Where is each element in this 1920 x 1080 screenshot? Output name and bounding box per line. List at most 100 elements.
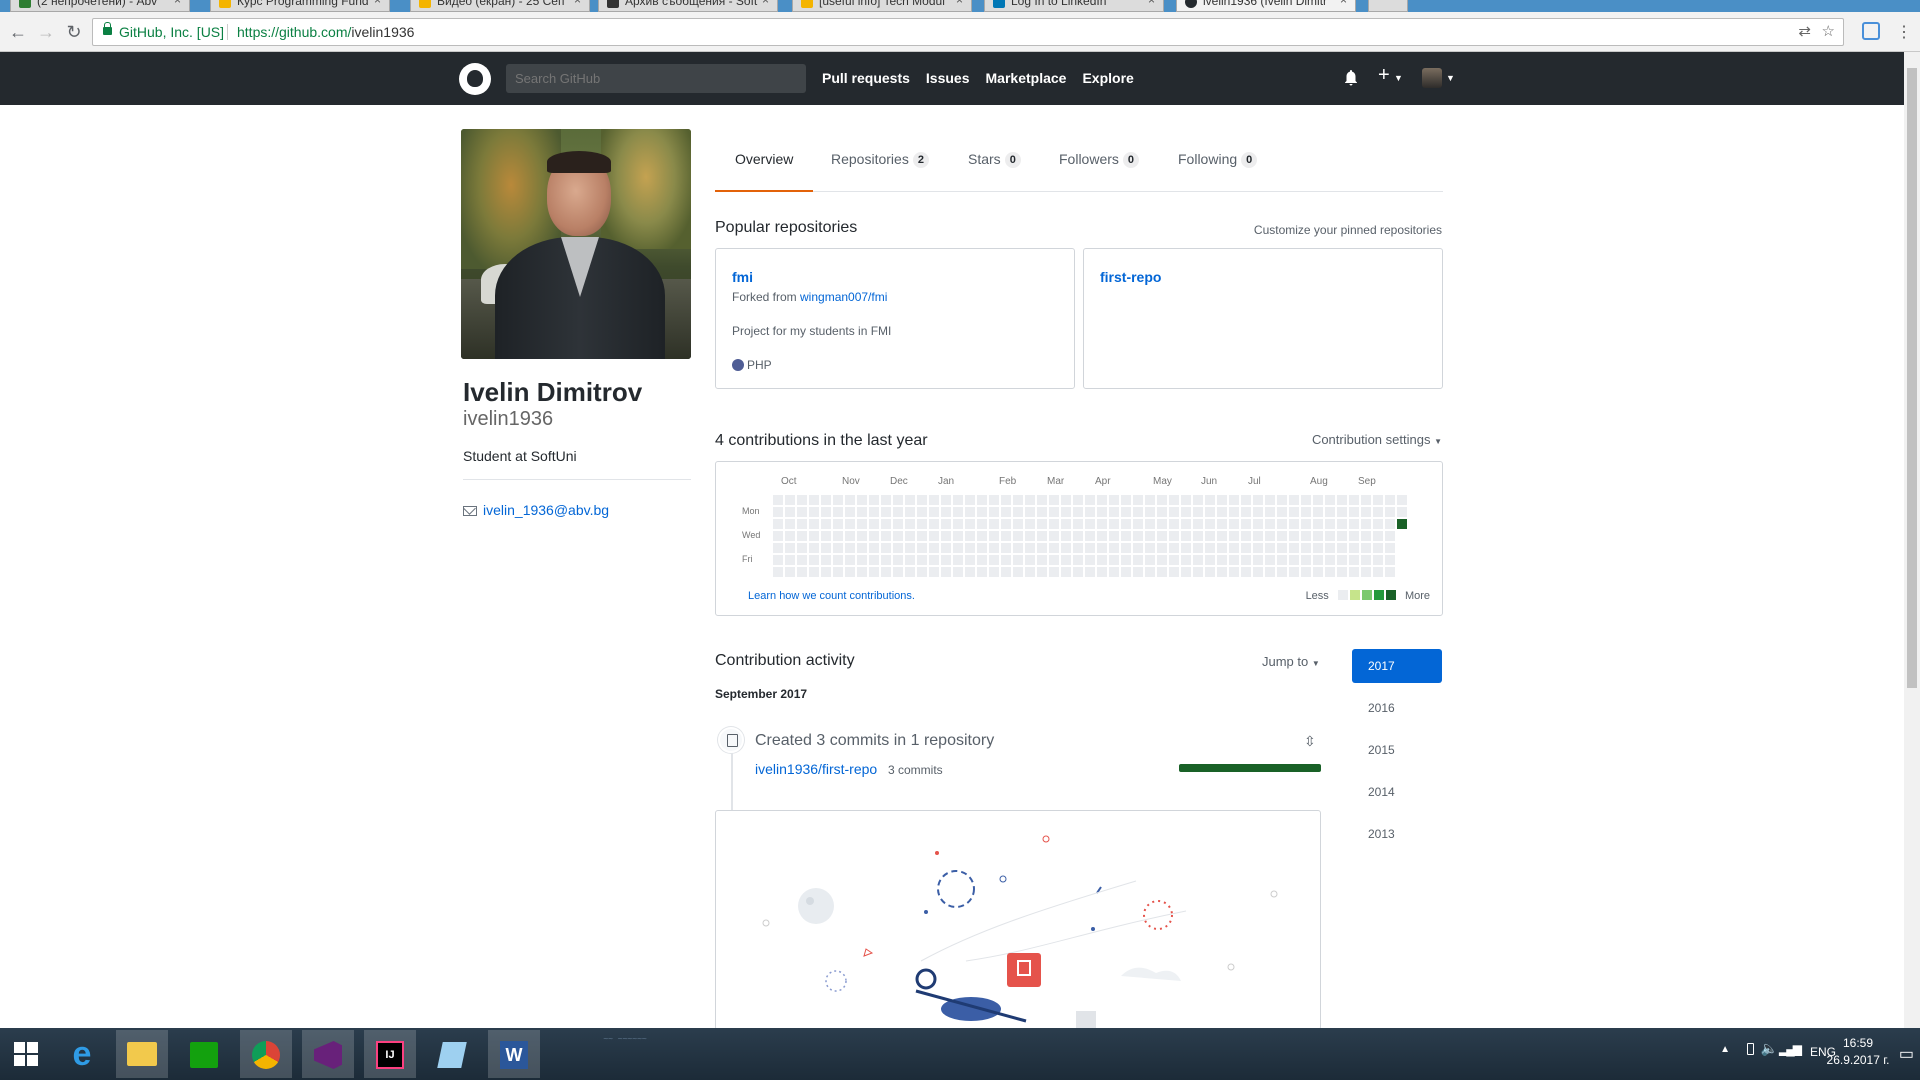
contribution-day-cell[interactable] (1205, 567, 1215, 577)
contribution-day-cell[interactable] (941, 507, 951, 517)
contribution-day-cell[interactable] (1097, 519, 1107, 529)
contribution-day-cell[interactable] (1229, 507, 1239, 517)
contribution-day-cell[interactable] (1265, 543, 1275, 553)
contribution-day-cell[interactable] (989, 507, 999, 517)
contribution-day-cell[interactable] (1121, 543, 1131, 553)
contribution-day-cell[interactable] (1313, 555, 1323, 565)
profile-email[interactable]: ivelin_1936@abv.bg (463, 502, 609, 518)
contribution-day-cell[interactable] (953, 531, 963, 541)
forward-arrow-icon[interactable]: → (34, 20, 58, 44)
close-tab-icon[interactable]: × (174, 0, 181, 7)
contribution-day-cell[interactable] (1109, 507, 1119, 517)
store-icon[interactable] (178, 1030, 230, 1078)
contribution-day-cell[interactable] (1157, 555, 1167, 565)
contribution-day-cell[interactable] (1325, 543, 1335, 553)
contribution-day-cell[interactable] (809, 531, 819, 541)
contribution-day-cell[interactable] (1145, 495, 1155, 505)
contribution-day-cell[interactable] (809, 507, 819, 517)
contribution-day-cell[interactable] (869, 531, 879, 541)
contribution-day-cell[interactable] (1253, 567, 1263, 577)
contribution-day-cell[interactable] (809, 519, 819, 529)
contribution-day-cell[interactable] (917, 543, 927, 553)
contribution-day-cell[interactable] (1361, 507, 1371, 517)
contribution-day-cell[interactable] (905, 543, 915, 553)
contribution-day-cell[interactable] (1061, 519, 1071, 529)
contribution-day-cell[interactable] (1037, 531, 1047, 541)
contribution-day-cell[interactable] (1049, 567, 1059, 577)
contribution-day-cell[interactable] (1337, 555, 1347, 565)
browser-tab[interactable]: Видео (екран) - 25 Сеп × (410, 0, 590, 12)
contribution-day-cell[interactable] (929, 519, 939, 529)
contribution-day-cell[interactable] (1025, 507, 1035, 517)
contribution-day-cell[interactable] (1253, 495, 1263, 505)
contribution-day-cell[interactable] (1349, 519, 1359, 529)
contribution-day-cell[interactable] (1049, 519, 1059, 529)
contribution-day-cell[interactable] (917, 567, 927, 577)
tab-overview[interactable]: Overview (715, 140, 814, 192)
contribution-day-cell[interactable] (1193, 507, 1203, 517)
contribution-day-cell[interactable] (773, 507, 783, 517)
contribution-day-cell[interactable] (1277, 543, 1287, 553)
contribution-day-cell[interactable] (977, 519, 987, 529)
chrome-icon[interactable] (240, 1030, 292, 1078)
contribution-day-cell[interactable] (1013, 555, 1023, 565)
contribution-day-cell[interactable] (1373, 519, 1383, 529)
contribution-day-cell[interactable] (977, 531, 987, 541)
contribution-day-cell[interactable] (1121, 507, 1131, 517)
contribution-day-cell[interactable] (941, 555, 951, 565)
contribution-day-cell[interactable] (1349, 567, 1359, 577)
contribution-day-cell[interactable] (1229, 567, 1239, 577)
contribution-day-cell[interactable] (1277, 495, 1287, 505)
volume-icon[interactable]: 🔈 (1761, 1040, 1778, 1057)
contribution-day-cell[interactable] (1157, 543, 1167, 553)
contribution-day-cell[interactable] (1373, 567, 1383, 577)
contribution-day-cell[interactable] (1289, 519, 1299, 529)
scrollbar-thumb[interactable] (1907, 68, 1917, 688)
commits-count[interactable]: 3 commits (888, 763, 943, 777)
contribution-day-cell[interactable] (1241, 519, 1251, 529)
contribution-day-cell[interactable] (1133, 531, 1143, 541)
contribution-day-cell[interactable] (1397, 519, 1407, 529)
contribution-day-cell[interactable] (1169, 567, 1179, 577)
translate-icon[interactable]: ⇄ (1798, 19, 1811, 45)
tab-repositories[interactable]: Repositories 2 (831, 140, 929, 192)
contribution-day-cell[interactable] (1109, 567, 1119, 577)
contribution-day-cell[interactable] (1277, 555, 1287, 565)
nav-pull-requests[interactable]: Pull requests (822, 52, 910, 105)
contribution-day-cell[interactable] (1169, 555, 1179, 565)
contribution-day-cell[interactable] (1205, 555, 1215, 565)
contribution-day-cell[interactable] (1157, 567, 1167, 577)
contribution-day-cell[interactable] (893, 531, 903, 541)
contribution-day-cell[interactable] (845, 543, 855, 553)
contribution-day-cell[interactable] (1049, 495, 1059, 505)
contribution-day-cell[interactable] (833, 519, 843, 529)
contribution-day-cell[interactable] (977, 507, 987, 517)
contribution-day-cell[interactable] (1061, 567, 1071, 577)
contribution-day-cell[interactable] (1001, 507, 1011, 517)
contribution-day-cell[interactable] (1397, 495, 1407, 505)
contribution-day-cell[interactable] (929, 531, 939, 541)
contribution-day-cell[interactable] (905, 531, 915, 541)
contribution-day-cell[interactable] (857, 567, 867, 577)
contribution-day-cell[interactable] (1073, 567, 1083, 577)
contribution-day-cell[interactable] (1241, 531, 1251, 541)
contribution-day-cell[interactable] (1217, 567, 1227, 577)
contribution-day-cell[interactable] (1181, 567, 1191, 577)
tab-followers[interactable]: Followers 0 (1059, 140, 1140, 192)
network-icon[interactable]: ▂▄▆ (1779, 1042, 1802, 1056)
contribution-day-cell[interactable] (809, 567, 819, 577)
contribution-day-cell[interactable] (1361, 567, 1371, 577)
menu-dots-icon[interactable]: ⋮ (1896, 22, 1912, 42)
contribution-day-cell[interactable] (1145, 567, 1155, 577)
contribution-day-cell[interactable] (1085, 555, 1095, 565)
contribution-day-cell[interactable] (1013, 531, 1023, 541)
contribution-day-cell[interactable] (1325, 531, 1335, 541)
contribution-day-cell[interactable] (1037, 507, 1047, 517)
contribution-day-cell[interactable] (869, 495, 879, 505)
contribution-day-cell[interactable] (821, 519, 831, 529)
contribution-day-cell[interactable] (1241, 507, 1251, 517)
browser-tab-active[interactable]: ivelin1936 (Ivelin Dimitr × (1176, 0, 1356, 12)
close-tab-icon[interactable]: × (1148, 0, 1155, 7)
contribution-day-cell[interactable] (917, 531, 927, 541)
show-hidden-icons[interactable]: ▲ (1720, 1044, 1730, 1055)
